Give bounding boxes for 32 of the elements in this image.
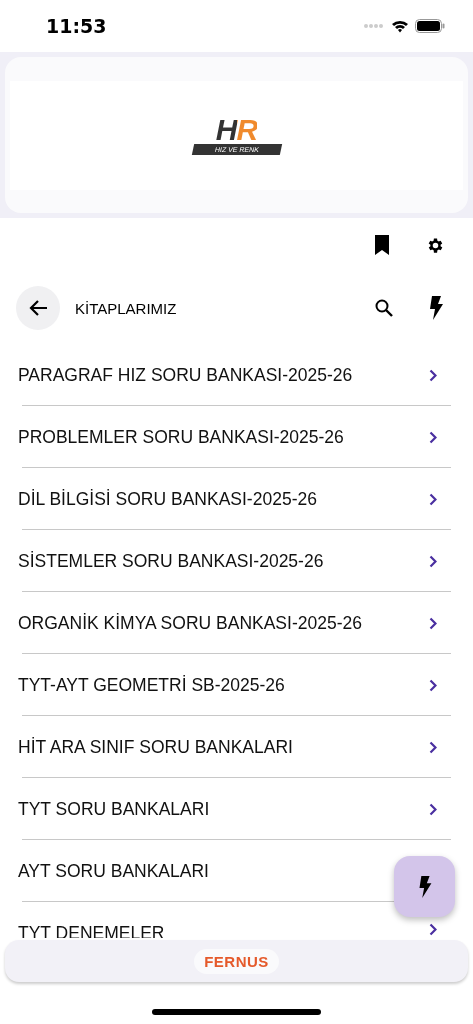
back-button[interactable] [16,286,60,330]
chevron-right-icon [429,368,437,382]
lightning-fab[interactable] [394,856,455,917]
signal-icon [363,23,385,29]
chevron-right-icon [429,740,437,754]
chevron-right-icon [429,492,437,506]
book-list-item[interactable]: HİT ARA SINIF SORU BANKALARI [0,716,473,778]
book-list-item[interactable]: AYT SORU BANKALARI [0,840,473,902]
book-list-item[interactable]: SİSTEMLER SORU BANKASI-2025-26 [0,530,473,592]
chevron-right-icon [429,430,437,444]
book-list-item[interactable]: PROBLEMLER SORU BANKASI-2025-26 [0,406,473,468]
brand-logo: FERNUS [194,948,279,974]
battery-icon [415,19,445,33]
book-list-item[interactable]: PARAGRAF HIZ SORU BANKASI-2025-26 [0,344,473,406]
book-list-item[interactable]: TYT-AYT GEOMETRİ SB-2025-26 [0,654,473,716]
lightning-icon[interactable] [429,296,443,320]
book-list-item[interactable]: ORGANİK KİMYA SORU BANKASI-2025-26 [0,592,473,654]
back-arrow-icon [28,299,48,317]
book-list-item[interactable]: DİL BİLGİSİ SORU BANKASI-2025-26 [0,468,473,530]
chevron-right-icon [429,802,437,816]
settings-icon[interactable] [426,235,445,255]
chevron-right-icon [429,923,437,936]
chevron-right-icon [429,554,437,568]
wifi-icon [391,19,409,33]
status-time: 11:53 [46,15,107,37]
book-list-item[interactable]: TYT SORU BANKALARI [0,778,473,840]
bookmark-icon[interactable] [374,235,390,255]
search-icon[interactable] [375,299,393,317]
chevron-right-icon [429,678,437,692]
chevron-right-icon [429,616,437,630]
page-title: KİTAPLARIMIZ [75,299,178,317]
lightning-icon [417,875,432,898]
